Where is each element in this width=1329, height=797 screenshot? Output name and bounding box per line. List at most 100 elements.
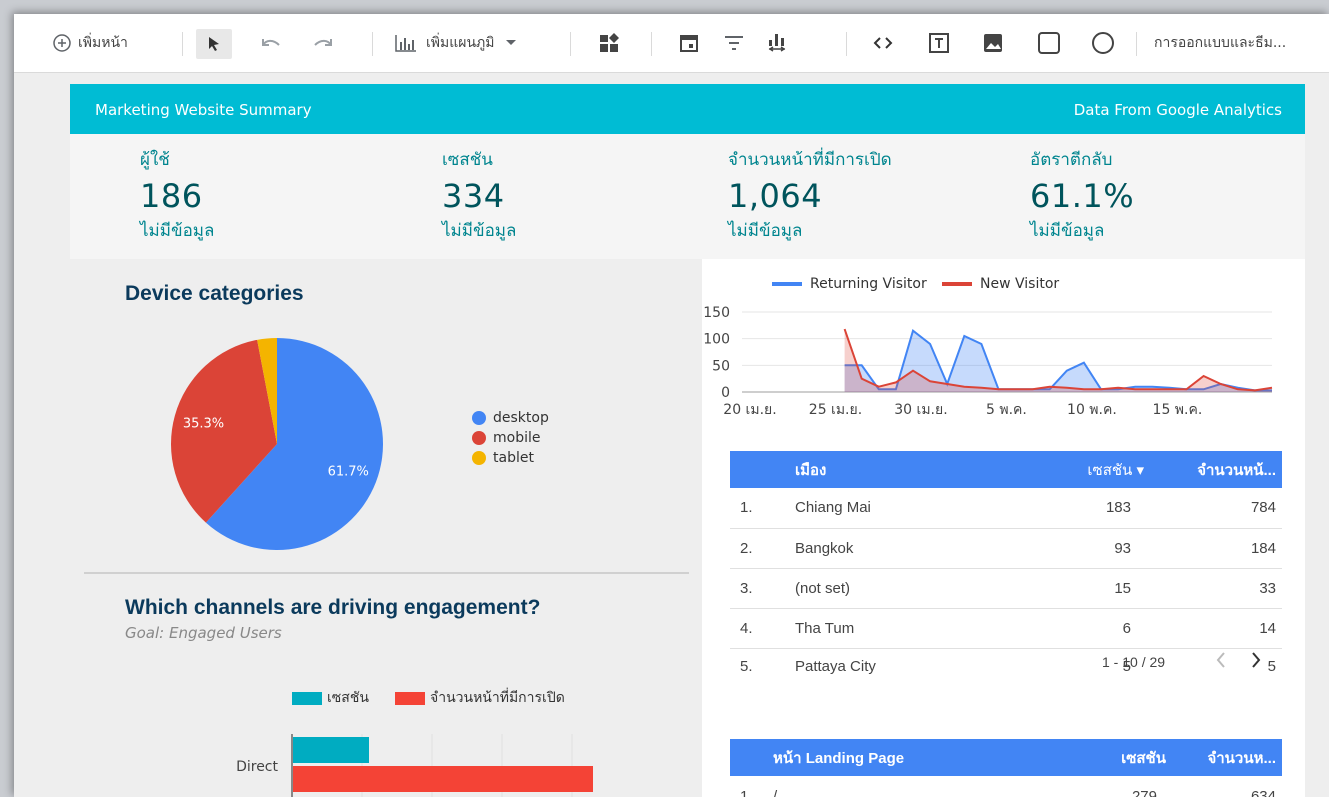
undo-button[interactable]: [254, 14, 288, 72]
left-panel: Device categories 61.7% 35.3% desktop mo…: [70, 259, 702, 797]
pie-label-desktop: 61.7%: [328, 464, 369, 479]
header-cell-city[interactable]: เมือง: [794, 451, 1033, 488]
scorecard-bounce-rate[interactable]: อัตราตีกลับ 61.1% ไม่มีข้อมูล: [1030, 146, 1134, 244]
circle-icon: [1092, 32, 1114, 54]
channels-title: Which channels are driving engagement?: [125, 596, 541, 619]
legend-dot: [472, 451, 486, 465]
row-city: Bangkok: [795, 539, 854, 557]
table-row[interactable]: 3. (not set) 15 33: [730, 568, 1282, 608]
legend-label: จำนวนหน้าที่มีการเปิด: [430, 690, 565, 706]
right-panel: Returning Visitor New Visitor 0 50 100 150 2…: [702, 259, 1305, 797]
row-index: 3.: [740, 579, 753, 597]
legend-returning-visitor[interactable]: Returning Visitor: [772, 276, 927, 292]
editor-frame: เพิ่มหน้า เพิ่มแผนภูมิ การออกแบบและธีม..…: [14, 14, 1329, 797]
row-pageviews: 634: [1250, 787, 1276, 797]
header-cell-index: [730, 451, 794, 488]
table-row[interactable]: 4. Tha Tum 6 14: [730, 608, 1282, 648]
scorecard-value: 1,064: [728, 177, 823, 215]
separator: [651, 32, 652, 56]
table-row[interactable]: 1. / 279 634: [730, 776, 1282, 797]
device-pie-chart[interactable]: 61.7% 35.3%: [165, 324, 425, 564]
date-range-button[interactable]: [672, 14, 706, 72]
row-index: 4.: [740, 619, 753, 637]
redo-button[interactable]: [306, 14, 340, 72]
legend-pageviews[interactable]: จำนวนหน้าที่มีการเปิด: [395, 687, 565, 709]
separator: [372, 32, 373, 56]
filter-control-button[interactable]: [717, 14, 751, 72]
x-tick-label: 10 พ.ค.: [1067, 402, 1117, 418]
visitor-time-series-chart[interactable]: 0 50 100 150 20 เม.ย. 25 เม.ย. 30 เม.ย. 5 พ.ค. 1…: [702, 299, 1302, 449]
channels-goal: Goal: Engaged Users: [125, 624, 282, 642]
landing-page-table[interactable]: หน้า Landing Page เซสชัน จำนวนห... 1. / …: [730, 739, 1282, 797]
add-control-button[interactable]: [592, 14, 628, 72]
y-tick-label: 100: [703, 332, 730, 348]
next-page-button[interactable]: [1249, 649, 1263, 675]
legend-tablet[interactable]: tablet: [472, 450, 534, 466]
table-row[interactable]: 1. Chiang Mai 183 784: [730, 488, 1282, 528]
row-city: Pattaya City: [795, 657, 876, 675]
header-cell-landing-page[interactable]: หน้า Landing Page: [772, 739, 1055, 776]
code-icon: [873, 37, 893, 49]
add-chart-button[interactable]: เพิ่มแผนภูมิ: [394, 14, 554, 72]
legend-swatch: [395, 691, 425, 705]
bar-pageviews[interactable]: [293, 766, 593, 792]
legend-swatch: [772, 282, 802, 286]
y-tick-label: 0: [721, 385, 730, 401]
image-button[interactable]: [976, 14, 1010, 72]
row-sessions: 279: [1131, 787, 1157, 797]
row-city: Chiang Mai: [795, 499, 871, 517]
prev-page-button[interactable]: [1214, 649, 1228, 675]
header-cell-sessions[interactable]: เซสชัน ▾: [1033, 451, 1145, 488]
legend-dot: [472, 431, 486, 445]
scorecard-sessions[interactable]: เซสชัน 334 ไม่มีข้อมูล: [442, 146, 516, 244]
widgets-icon: [600, 33, 619, 52]
legend-label: เซสชัน: [327, 690, 369, 706]
row-sessions: 15: [1114, 579, 1131, 597]
add-page-button[interactable]: เพิ่มหน้า: [52, 14, 172, 72]
y-tick-label: 50: [712, 358, 730, 374]
x-tick-label: 15 พ.ค.: [1153, 402, 1203, 418]
circle-button[interactable]: [1086, 14, 1120, 72]
legend-swatch: [942, 282, 972, 286]
theme-layout-button[interactable]: การออกแบบและธีม...: [1154, 14, 1329, 72]
legend-new-visitor[interactable]: New Visitor: [942, 276, 1059, 292]
divider: [84, 572, 689, 574]
x-tick-label: 30 เม.ย.: [894, 402, 947, 418]
rectangle-button[interactable]: [1032, 14, 1066, 72]
text-button[interactable]: [922, 14, 956, 72]
row-page: /: [773, 787, 778, 797]
scorecard-pageviews[interactable]: จำนวนหน้าที่มีการเปิด 1,064 ไม่มีข้อมูล: [728, 146, 892, 244]
x-tick-label: 20 เม.ย.: [723, 402, 776, 418]
scorecard-comparison: ไม่มีข้อมูล: [140, 221, 215, 241]
legend-mobile[interactable]: mobile: [472, 430, 540, 446]
filter-icon: [725, 36, 743, 50]
scorecard-users[interactable]: ผู้ใช้ 186 ไม่มีข้อมูล: [140, 146, 214, 244]
chevron-left-icon: [1216, 652, 1225, 668]
row-pageviews: 784: [1250, 499, 1276, 517]
table-row[interactable]: 2. Bangkok 93 184: [730, 528, 1282, 568]
channels-bar-chart[interactable]: Direct: [140, 734, 700, 797]
scorecard-label: ผู้ใช้: [140, 150, 170, 170]
legend-label: desktop: [493, 410, 549, 426]
header-cell-pageviews[interactable]: จำนวนห...: [1167, 739, 1282, 776]
scorecard-comparison: ไม่มีข้อมูล: [442, 221, 517, 241]
legend-sessions[interactable]: เซสชัน: [292, 687, 369, 709]
scorecard-value: 334: [442, 177, 505, 215]
header-cell-sessions[interactable]: เซสชัน: [1055, 739, 1167, 776]
header-cell-pageviews[interactable]: จำนวนหน้...: [1145, 451, 1282, 488]
add-circle-icon: [53, 34, 71, 52]
table-row[interactable]: 5. Pattaya City 5 5: [730, 648, 1282, 684]
embed-url-button[interactable]: [866, 14, 900, 72]
header-cell-index: [730, 739, 772, 776]
row-pageviews: 14: [1259, 619, 1276, 637]
data-control-button[interactable]: [760, 14, 794, 72]
add-page-label: เพิ่มหน้า: [78, 35, 128, 51]
bar-sessions[interactable]: [293, 737, 369, 763]
report-title: Marketing Website Summary: [95, 101, 312, 119]
city-table[interactable]: เมือง เซสชัน ▾ จำนวนหน้... 1. Chiang Mai…: [730, 451, 1282, 684]
separator: [182, 32, 183, 56]
legend-desktop[interactable]: desktop: [472, 410, 549, 426]
data-source-icon: [768, 34, 786, 52]
select-tool-button[interactable]: [196, 29, 232, 59]
scorecard-comparison: ไม่มีข้อมูล: [1030, 221, 1105, 241]
